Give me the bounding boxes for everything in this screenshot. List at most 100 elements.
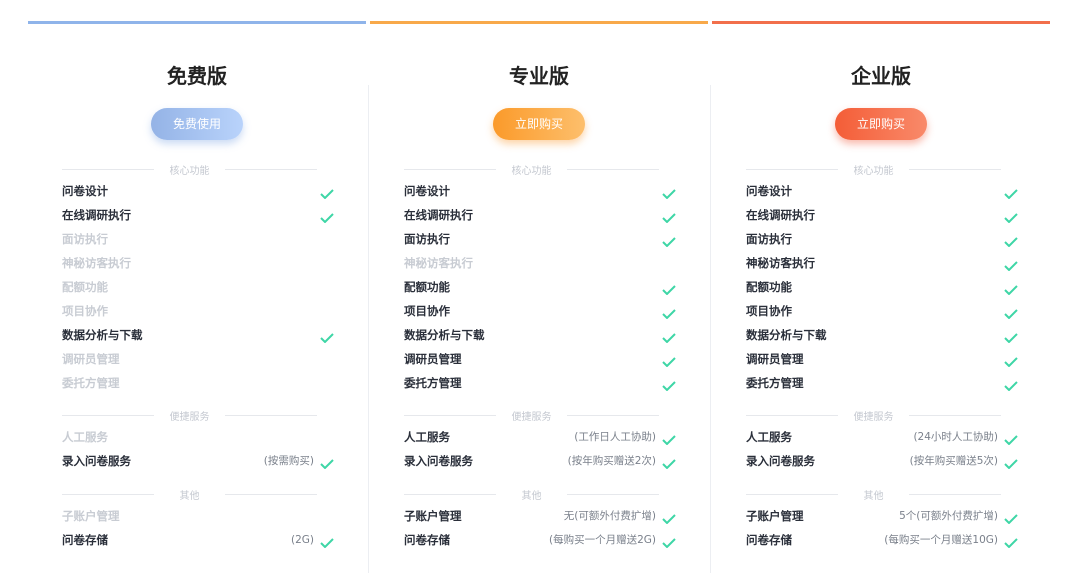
check-icon [662, 353, 676, 368]
check-icon [1004, 257, 1018, 272]
check-icon [662, 534, 676, 549]
check-icon [1004, 377, 1018, 392]
check-icon [1004, 431, 1018, 446]
free-use-button[interactable]: 免费使用 [151, 108, 243, 140]
check-icon [662, 185, 676, 200]
feature-row: 神秘访客执行 [746, 253, 1018, 273]
section-divider-label: 核心功能 [62, 162, 317, 177]
feature-row: 面访执行 [62, 229, 334, 249]
column-divider [368, 85, 369, 573]
feature-row: 问卷设计 [404, 181, 676, 201]
feature-row: 项目协作 [746, 301, 1018, 321]
check-icon [1004, 305, 1018, 320]
feature-row: 配额功能 [62, 277, 334, 297]
feature-note: 无(可额外付费扩增) [563, 510, 656, 522]
feature-label: 问卷存储 [404, 533, 450, 547]
feature-row: 在线调研执行 [404, 205, 676, 225]
feature-label: 项目协作 [404, 304, 450, 318]
feature-row: 问卷存储 (每购买一个月赠送2G) [404, 530, 676, 550]
feature-label: 录入问卷服务 [404, 454, 473, 468]
feature-note: (按年购买赠送2次) [567, 455, 656, 467]
buy-now-button[interactable]: 立即购买 [835, 108, 927, 140]
plan-title: 免费版 [167, 64, 227, 88]
feature-label: 神秘访客执行 [62, 256, 131, 270]
feature-label: 配额功能 [404, 280, 450, 294]
feature-label: 问卷存储 [62, 533, 108, 547]
check-icon [662, 233, 676, 248]
check-icon [1004, 281, 1018, 296]
feature-row: 数据分析与下载 [404, 325, 676, 345]
feature-label: 录入问卷服务 [62, 454, 131, 468]
feature-label: 人工服务 [404, 430, 450, 444]
feature-row: 问卷设计 [62, 181, 334, 201]
plan-accent-line [712, 21, 1050, 24]
feature-label: 数据分析与下载 [404, 328, 485, 342]
feature-row: 委托方管理 [62, 373, 334, 393]
feature-label: 在线调研执行 [62, 208, 131, 222]
plan-column-free: 免费版 免费使用 核心功能 问卷设计 在线调研执行 面访执行 神秘访客执行 配额功能 项目协作数… [28, 0, 369, 573]
feature-row: 调研员管理 [62, 349, 334, 369]
feature-note: (工作日人工协助) [574, 431, 656, 443]
check-icon [662, 281, 676, 296]
feature-row: 神秘访客执行 [62, 253, 334, 273]
check-icon [662, 431, 676, 446]
feature-label: 问卷设计 [62, 184, 108, 198]
feature-row: 项目协作 [404, 301, 676, 321]
feature-label: 数据分析与下载 [746, 328, 827, 342]
feature-row: 问卷存储 (每购买一个月赠送10G) [746, 530, 1018, 550]
feature-label: 面访执行 [62, 232, 108, 246]
check-icon [662, 305, 676, 320]
feature-note: (每购买一个月赠送2G) [548, 534, 656, 546]
check-icon [320, 185, 334, 200]
section-divider-label: 核心功能 [404, 162, 659, 177]
feature-note: (2G) [290, 534, 314, 546]
feature-row: 配额功能 [746, 277, 1018, 297]
feature-row: 录入问卷服务 (按需购买) [62, 451, 334, 471]
check-icon [1004, 455, 1018, 470]
feature-label: 人工服务 [62, 430, 108, 444]
feature-row: 子账户管理 5个(可额外付费扩增) [746, 506, 1018, 526]
check-icon [1004, 209, 1018, 224]
section-divider-label: 便捷服务 [62, 408, 317, 423]
check-icon [662, 455, 676, 470]
feature-note: (24小时人工协助) [913, 431, 998, 443]
feature-label: 调研员管理 [62, 352, 120, 366]
feature-label: 子账户管理 [404, 509, 462, 523]
feature-row: 调研员管理 [404, 349, 676, 369]
feature-row: 问卷设计 [746, 181, 1018, 201]
feature-row: 面访执行 [746, 229, 1018, 249]
plan-column-ent: 企业版 立即购买 核心功能 问卷设计 在线调研执行 面访执行 神秘访客执行 配额功能 项目协作数… [712, 0, 1050, 573]
feature-row: 面访执行 [404, 229, 676, 249]
plan-title: 企业版 [851, 64, 911, 88]
feature-note: (按年购买赠送5次) [909, 455, 998, 467]
feature-label: 问卷存储 [746, 533, 792, 547]
feature-note: (每购买一个月赠送10G) [884, 534, 998, 546]
feature-label: 委托方管理 [62, 376, 120, 390]
section-divider-label: 便捷服务 [404, 408, 659, 423]
check-icon [662, 329, 676, 344]
plan-accent-line [370, 21, 708, 24]
feature-label: 面访执行 [746, 232, 792, 246]
feature-row: 调研员管理 [746, 349, 1018, 369]
check-icon [1004, 185, 1018, 200]
feature-label: 调研员管理 [404, 352, 462, 366]
feature-label: 配额功能 [62, 280, 108, 294]
plan-title: 专业版 [509, 64, 569, 88]
feature-label: 委托方管理 [746, 376, 804, 390]
feature-row: 在线调研执行 [62, 205, 334, 225]
feature-row: 人工服务 (24小时人工协助) [746, 427, 1018, 447]
check-icon [320, 329, 334, 344]
feature-label: 调研员管理 [746, 352, 804, 366]
plan-accent-line [28, 21, 366, 24]
feature-row: 子账户管理 无(可额外付费扩增) [404, 506, 676, 526]
feature-label: 在线调研执行 [746, 208, 815, 222]
feature-row: 委托方管理 [404, 373, 676, 393]
feature-row: 数据分析与下载 [62, 325, 334, 345]
feature-label: 子账户管理 [746, 509, 804, 523]
feature-row: 委托方管理 [746, 373, 1018, 393]
feature-label: 数据分析与下载 [62, 328, 143, 342]
buy-now-button[interactable]: 立即购买 [493, 108, 585, 140]
feature-label: 问卷设计 [746, 184, 792, 198]
feature-label: 问卷设计 [404, 184, 450, 198]
feature-row: 问卷存储 (2G) [62, 530, 334, 550]
